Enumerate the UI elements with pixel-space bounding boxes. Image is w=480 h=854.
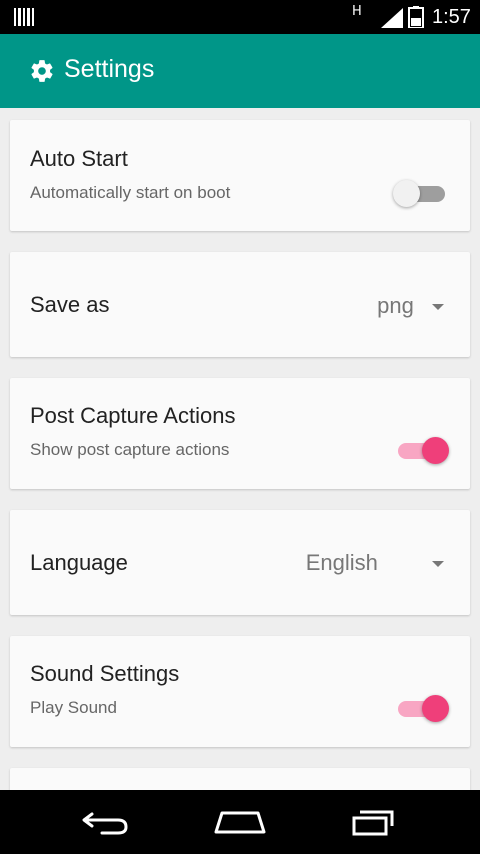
toggle-thumb [422, 437, 449, 464]
sound-settings-card[interactable]: Sound Settings Play Sound [10, 636, 470, 747]
save-as-value: png [377, 293, 414, 318]
post-capture-card[interactable]: Post Capture Actions Show post capture a… [10, 378, 470, 489]
gear-icon [31, 60, 53, 82]
language-title: Language [30, 550, 128, 575]
barcode-icon [14, 8, 34, 26]
language-value: English [305, 550, 378, 575]
auto-start-card[interactable]: Auto Start Automatically start on boot [10, 120, 470, 231]
network-type-icon: H [352, 4, 362, 19]
language-dropdown[interactable]: English [306, 550, 444, 576]
post-capture-toggle[interactable] [394, 435, 450, 465]
navigation-bar [0, 790, 480, 854]
app-bar: Settings [0, 34, 480, 108]
save-as-dropdown[interactable]: png [377, 293, 444, 319]
auto-start-title: Auto Start [30, 146, 128, 171]
post-capture-subtitle: Show post capture actions [30, 440, 230, 459]
clock: 1:57 [432, 6, 471, 28]
sound-settings-subtitle: Play Sound [30, 698, 117, 717]
sound-settings-title: Sound Settings [30, 661, 180, 686]
status-bar: H 1:57 [0, 0, 480, 34]
back-icon[interactable] [76, 804, 136, 840]
recents-icon[interactable] [344, 804, 404, 840]
home-icon[interactable] [210, 804, 270, 840]
toggle-thumb [422, 695, 449, 722]
chevron-down-icon [432, 304, 444, 311]
save-as-title: Save as [30, 292, 110, 317]
signal-icon [381, 8, 403, 28]
chevron-down-icon [432, 561, 444, 568]
page-title: Settings [64, 55, 155, 83]
battery-icon [408, 6, 424, 28]
auto-start-toggle[interactable] [393, 178, 449, 208]
auto-start-subtitle: Automatically start on boot [30, 183, 231, 202]
toggle-thumb [393, 180, 420, 207]
sound-toggle[interactable] [394, 693, 450, 723]
save-as-card[interactable]: Save as png [10, 252, 470, 357]
post-capture-title: Post Capture Actions [30, 403, 236, 428]
language-card[interactable]: Language English [10, 510, 470, 615]
